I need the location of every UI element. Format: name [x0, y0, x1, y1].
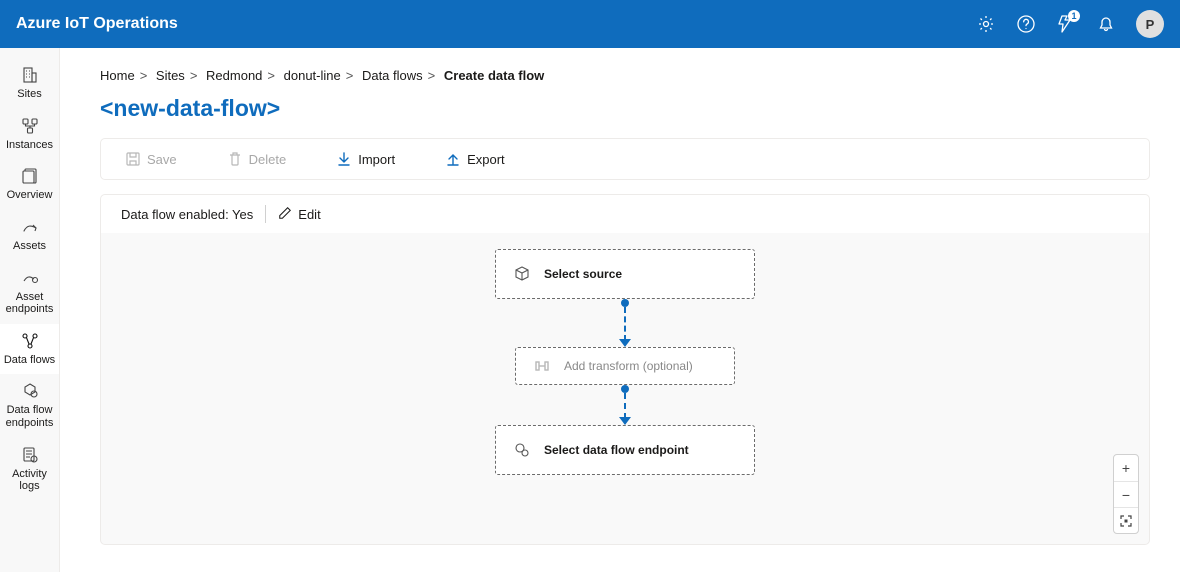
- import-icon: [336, 151, 352, 167]
- export-icon: [445, 151, 461, 167]
- data-flow-enabled-status: Data flow enabled: Yes: [121, 207, 253, 222]
- sidebar-item-instances[interactable]: Instances: [0, 109, 59, 160]
- zoom-out-button[interactable]: −: [1114, 481, 1138, 507]
- sites-icon: [21, 66, 39, 84]
- zoom-controls: + −: [1113, 454, 1139, 534]
- select-source-node[interactable]: Select source: [495, 249, 755, 299]
- cube-icon: [514, 266, 530, 282]
- activity-logs-icon: [21, 446, 39, 464]
- data-flows-icon: [21, 332, 39, 350]
- user-avatar[interactable]: P: [1136, 10, 1164, 38]
- delete-button: Delete: [227, 151, 287, 167]
- breadcrumb-link[interactable]: Sites: [156, 68, 185, 83]
- breadcrumb-link[interactable]: Redmond: [206, 68, 262, 83]
- toolbar: Save Delete Import Export: [100, 138, 1150, 180]
- app-header: Azure IoT Operations 1 P: [0, 0, 1180, 48]
- app-title: Azure IoT Operations: [16, 15, 976, 33]
- data-flow-endpoints-icon: [21, 382, 39, 400]
- zoom-fit-button[interactable]: [1114, 507, 1138, 533]
- overview-icon: [21, 167, 39, 185]
- help-icon[interactable]: [1016, 14, 1036, 34]
- status-bar: Data flow enabled: Yes Edit: [100, 194, 1150, 233]
- transform-icon: [534, 358, 550, 374]
- main-content: Home> Sites> Redmond> donut-line> Data f…: [60, 48, 1180, 572]
- breadcrumb: Home> Sites> Redmond> donut-line> Data f…: [100, 68, 1150, 83]
- save-button: Save: [125, 151, 177, 167]
- settings-icon[interactable]: [976, 14, 996, 34]
- sidebar-item-overview[interactable]: Overview: [0, 159, 59, 210]
- edit-icon: [278, 206, 292, 223]
- feedback-icon[interactable]: 1: [1056, 14, 1076, 34]
- endpoint-icon: [514, 442, 530, 458]
- select-endpoint-node[interactable]: Select data flow endpoint: [495, 425, 755, 475]
- sidebar-item-asset-endpoints[interactable]: Asset endpoints: [0, 261, 59, 324]
- export-button[interactable]: Export: [445, 151, 505, 167]
- save-icon: [125, 151, 141, 167]
- breadcrumb-link[interactable]: Data flows: [362, 68, 423, 83]
- instances-icon: [21, 117, 39, 135]
- add-transform-node[interactable]: Add transform (optional): [515, 347, 735, 385]
- sidebar-item-data-flow-endpoints[interactable]: Data flow endpoints: [0, 374, 59, 437]
- header-actions: 1 P: [976, 10, 1164, 38]
- breadcrumb-current: Create data flow: [444, 68, 544, 83]
- assets-icon: [21, 218, 39, 236]
- zoom-in-button[interactable]: +: [1114, 455, 1138, 481]
- notifications-icon[interactable]: [1096, 14, 1116, 34]
- sidebar-item-sites[interactable]: Sites: [0, 58, 59, 109]
- asset-endpoints-icon: [21, 269, 39, 287]
- edit-button[interactable]: Edit: [278, 206, 320, 223]
- sidebar-item-assets[interactable]: Assets: [0, 210, 59, 261]
- delete-icon: [227, 151, 243, 167]
- sidebar-item-activity-logs[interactable]: Activity logs: [0, 438, 59, 501]
- breadcrumb-link[interactable]: donut-line: [284, 68, 341, 83]
- breadcrumb-link[interactable]: Home: [100, 68, 135, 83]
- page-title: <new-data-flow>: [100, 95, 1150, 122]
- import-button[interactable]: Import: [336, 151, 395, 167]
- sidebar: Sites Instances Overview Assets Asset en…: [0, 48, 60, 572]
- feedback-badge: 1: [1068, 10, 1080, 22]
- flow-canvas: Select source Add transform (optional) S…: [100, 233, 1150, 545]
- sidebar-item-data-flows[interactable]: Data flows: [0, 324, 59, 375]
